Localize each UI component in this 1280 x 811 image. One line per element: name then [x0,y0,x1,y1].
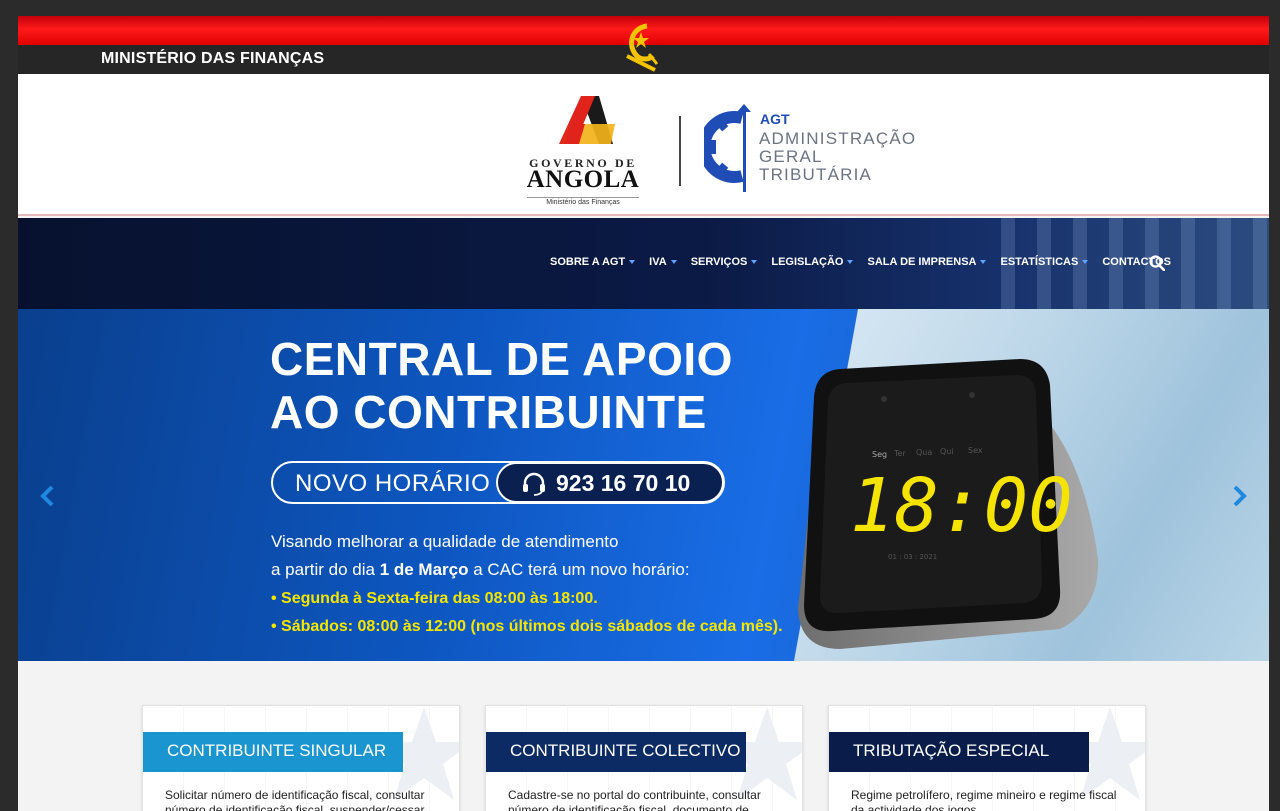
gov-logo-rule [527,197,639,198]
service-cards: CONTRIBUINTE SINGULAR Solicitar número d… [18,661,1269,811]
agt-gear-icon [704,104,751,192]
nav-item-estatisticas[interactable]: ESTATÍSTICAS [1000,256,1089,268]
chevron-down-icon [629,260,636,264]
agt-short-label: AGT [760,111,790,127]
clock-day-mon: Seg [872,450,887,459]
hero-title: CENTRAL DE APOIO AO CONTRIBUINTE [270,333,733,439]
card-contribuinte-colectivo[interactable]: CONTRIBUINTE COLECTIVO Cadastre-se no po… [485,705,803,811]
card-tributacao-especial[interactable]: TRIBUTAÇÃO ESPECIAL Regime petrolífero, … [828,705,1146,811]
hero-paragraph-2-post: a CAC terá um novo horário: [468,560,690,579]
card-title: TRIBUTAÇÃO ESPECIAL [829,732,1089,772]
main-navigation: SOBRE A AGT IVA SERVIÇOS LEGISLAÇÃO SALA… [18,218,1269,309]
hero-title-line2: AO CONTRIBUINTE [270,386,707,438]
pill-label: NOVO HORÁRIO [295,470,491,497]
clock-day-wed: Qua [916,448,932,457]
nav-item-iva[interactable]: IVA [649,256,677,268]
slider-next-arrow-icon[interactable] [1229,481,1251,511]
card-description: Solicitar número de identificação fiscal… [165,788,425,811]
alarm-clock-illustration: Seg Ter Qua Qui Sex 18:00 01 : 03 : 2021 [798,359,1099,649]
card-description: Regime petrolífero, regime mineiro e reg… [851,788,1117,811]
chevron-down-icon [751,260,758,264]
card-title: CONTRIBUINTE SINGULAR [143,732,403,772]
headset-icon [523,472,545,496]
nav-item-label: ESTATÍSTICAS [1000,256,1079,268]
angola-emblem-icon [626,23,659,72]
governo-logo-mark-icon [559,96,615,144]
clock-date: 01 : 03 : 2021 [888,553,937,561]
search-icon[interactable] [1149,255,1165,271]
phone-number: 923 16 70 10 [556,470,691,496]
nav-item-legislacao[interactable]: LEGISLAÇÃO [771,256,854,268]
chevron-down-icon [670,260,677,264]
governo-de-angola-logo[interactable]: GOVERNO DE ANGOLA Ministério das Finança… [523,94,643,206]
agt-name-line1: ADMINISTRAÇÃO [759,129,917,148]
nav-item-label: LEGISLAÇÃO [771,256,844,268]
nav-item-label: IVA [649,256,667,268]
phone-badge[interactable]: 923 16 70 10 [496,462,724,503]
nav-item-label: SERVIÇOS [690,256,748,268]
hero-title-line1: CENTRAL DE APOIO [270,333,733,385]
hero-paragraph-1: Visando melhorar a qualidade de atendime… [271,532,619,551]
ministry-bar: MINISTÉRIO DAS FINANÇAS [18,16,1269,74]
gov-logo-line3: Ministério das Finanças [546,199,620,206]
agt-name-line2: GERAL [759,147,823,166]
clock-time: 18:00 [850,463,1073,549]
hero-slider: CENTRAL DE APOIO AO CONTRIBUINTE NOVO HO… [18,309,1269,661]
nav-item-servicos[interactable]: SERVIÇOS [691,256,758,268]
card-contribuinte-singular[interactable]: CONTRIBUINTE SINGULAR Solicitar número d… [142,705,460,811]
clock-day-tue: Ter [893,449,906,458]
chevron-down-icon [847,260,854,264]
logo-band: GOVERNO DE ANGOLA Ministério das Finança… [18,74,1269,216]
hero-paragraph-2: a partir do dia 1 de Março a CAC terá um… [271,560,690,580]
gov-logo-line2: ANGOLA [526,166,640,193]
schedule-weekdays: • Segunda à Sexta-feira das 08:00 às 18:… [271,590,598,607]
schedule-pill: NOVO HORÁRIO 923 16 70 10 [271,461,725,504]
nav-item-sala-de-imprensa[interactable]: SALA DE IMPRENSA [867,256,987,268]
hero-paragraph-2-date: 1 de Março [379,560,469,579]
ministry-title: MINISTÉRIO DAS FINANÇAS [101,50,325,67]
card-title: CONTRIBUINTE COLECTIVO [486,732,746,772]
hero-paragraph-2-pre: a partir do dia [271,560,380,579]
schedule-saturdays: • Sábados: 08:00 às 12:00 (nos últimos d… [271,618,783,635]
clock-day-fri: Sex [968,446,983,455]
chevron-down-icon [980,260,987,264]
nav-item-label: SALA DE IMPRENSA [867,256,977,268]
page: MINISTÉRIO DAS FINANÇAS GOVERNO DE ANGOL… [18,16,1269,811]
slider-prev-arrow-icon[interactable] [36,481,58,511]
card-description: Cadastre-se no portal do contribuinte, c… [508,788,761,811]
chevron-down-icon [1082,260,1089,264]
clock-day-thu: Qui [940,447,954,456]
logo-divider [679,116,681,186]
agt-logo[interactable]: AGT ADMINISTRAÇÃO GERAL TRIBUTÁRIA [704,102,924,194]
agt-name-line3: TRIBUTÁRIA [759,165,873,184]
nav-item-sobre-a-agt[interactable]: SOBRE A AGT [550,256,636,268]
nav-menu: SOBRE A AGT IVA SERVIÇOS LEGISLAÇÃO SALA… [550,256,1171,268]
nav-item-label: SOBRE A AGT [550,256,626,268]
